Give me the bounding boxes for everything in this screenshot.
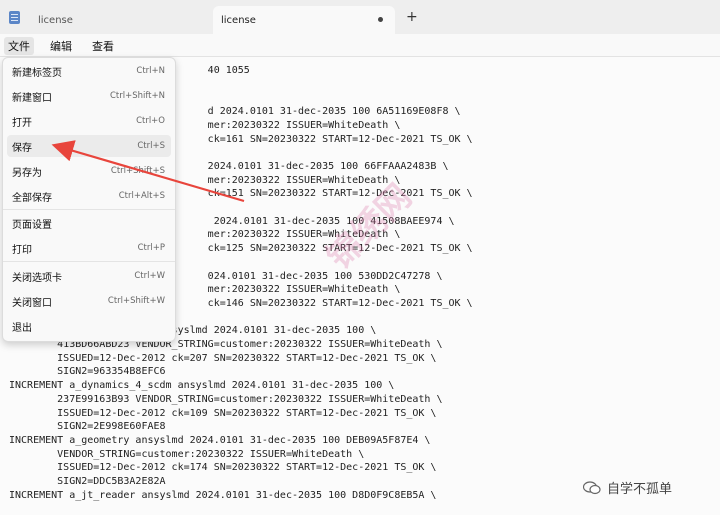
menu-bar: 文件 编辑 查看 [0,34,720,57]
menu-item-label: 全部保存 [12,192,52,204]
menu-item-close-window[interactable]: 关闭窗口 Ctrl+Shift+W [7,290,171,312]
menu-item-print[interactable]: 打印 Ctrl+P [7,237,171,259]
menu-item-open[interactable]: 打开 Ctrl+O [7,110,171,132]
tab-label: license [38,14,73,26]
menu-item-label: 退出 [12,322,32,334]
menu-item-label: 新建标签页 [12,67,62,79]
unsaved-dot-icon[interactable] [378,17,383,22]
menu-item-shortcut: Ctrl+N [136,66,165,76]
menu-item-label: 新建窗口 [12,92,52,104]
chat-bubble-icon [583,480,601,494]
menu-item-new-tab[interactable]: 新建标签页 Ctrl+N [7,60,171,82]
menu-item-shortcut: Ctrl+P [137,243,165,253]
menu-item-shortcut: Ctrl+S [137,141,165,151]
new-tab-plus-icon[interactable]: + [406,9,418,25]
menu-item-label: 关闭选项卡 [12,272,62,284]
menu-item-label: 关闭窗口 [12,297,52,309]
menu-item-label: 页面设置 [12,219,52,231]
menu-item-shortcut: Ctrl+O [136,116,165,126]
file-menu-dropdown: 新建标签页 Ctrl+N 新建窗口 Ctrl+Shift+N 打开 Ctrl+O 保存… [2,57,176,342]
menu-view[interactable]: 查看 [88,37,118,55]
menu-file[interactable]: 文件 [4,37,34,55]
menu-item-save-all[interactable]: 全部保存 Ctrl+Alt+S [7,185,171,207]
menu-item-shortcut: Ctrl+Shift+S [110,166,165,176]
tab-license-1[interactable]: license [28,6,208,34]
menu-divider [3,261,175,262]
menu-item-shortcut: Ctrl+Alt+S [118,191,165,201]
menu-item-label: 保存 [12,142,32,154]
menu-item-close-tab[interactable]: 关闭选项卡 Ctrl+W [7,265,171,287]
brand-text: 自学不孤单 [607,482,673,497]
menu-divider [3,209,175,210]
tab-license-2[interactable]: license [213,6,395,34]
menu-item-save[interactable]: 保存 Ctrl+S [7,135,171,157]
brand-watermark: 自学不孤单 [583,478,672,497]
menu-item-label: 另存为 [12,167,42,179]
menu-item-label: 打开 [12,117,32,129]
menu-item-new-window[interactable]: 新建窗口 Ctrl+Shift+N [7,85,171,107]
notepad-app-icon [9,11,20,24]
title-bar: license license + [0,0,720,34]
menu-item-save-as[interactable]: 另存为 Ctrl+Shift+S [7,160,171,182]
menu-item-label: 打印 [12,244,32,256]
menu-item-shortcut: Ctrl+Shift+N [109,91,165,101]
menu-item-page-setup[interactable]: 页面设置 [7,212,171,234]
menu-item-shortcut: Ctrl+W [134,271,165,281]
menu-item-exit[interactable]: 退出 [7,315,171,337]
tab-label: license [221,14,256,26]
menu-item-shortcut: Ctrl+Shift+W [107,296,165,306]
menu-edit[interactable]: 编辑 [46,37,76,55]
